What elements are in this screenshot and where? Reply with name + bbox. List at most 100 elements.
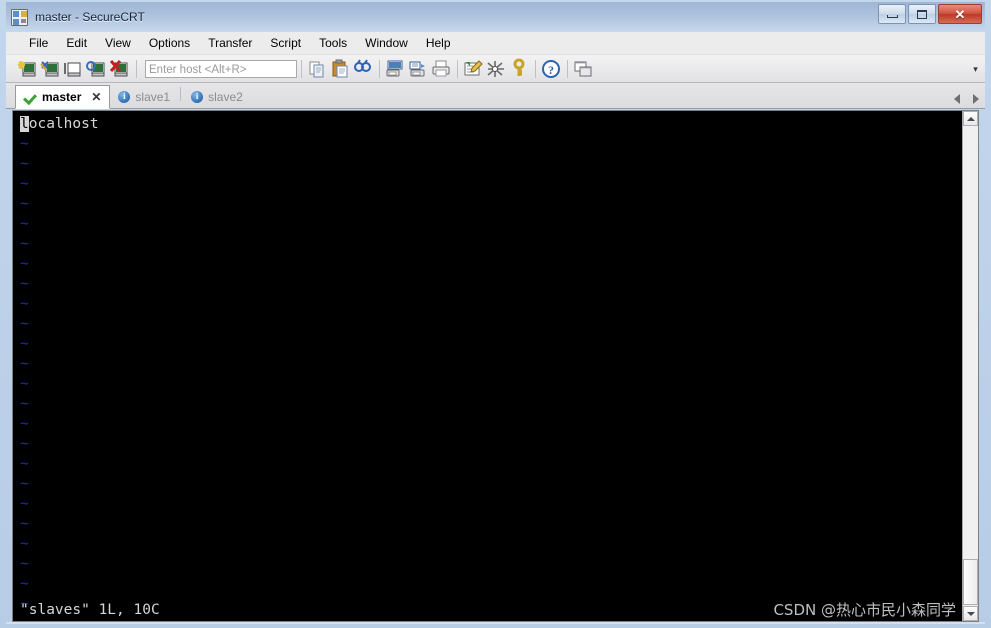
find-icon[interactable] <box>352 58 374 80</box>
scroll-down-button[interactable] <box>963 606 978 621</box>
reconnect-icon[interactable] <box>86 58 108 80</box>
terminal-line: ~ <box>20 254 962 274</box>
vim-tilde: ~ <box>20 256 29 272</box>
terminal-line: ~ <box>20 174 962 194</box>
terminal-line: ~ <box>20 534 962 554</box>
vim-tilde: ~ <box>20 296 29 312</box>
vim-tilde: ~ <box>20 336 29 352</box>
terminal-output[interactable]: localhost ~ ~ ~ ~ ~ ~ ~ ~ ~ ~ ~ ~ ~ ~ ~ ~ ~ ~ ~ ~ ~ ~ ~ ~ <box>13 111 962 621</box>
global-options-icon[interactable] <box>485 58 507 80</box>
session-options-icon[interactable] <box>462 58 484 80</box>
watermark: CSDN @热心市民小森同学 <box>773 601 956 619</box>
menu-item-edit[interactable]: Edit <box>57 33 96 53</box>
vim-tilde: ~ <box>20 436 29 452</box>
chevron-up-icon <box>966 116 975 121</box>
menu-item-view[interactable]: View <box>96 33 140 53</box>
host-input[interactable]: Enter host <Alt+R> <box>145 59 297 78</box>
blue-info-icon <box>118 90 131 103</box>
terminal-line: ~ <box>20 314 962 334</box>
vim-tilde: ~ <box>20 156 29 172</box>
terminal-cursor: l <box>20 116 29 132</box>
terminal-scrollbar[interactable] <box>962 111 978 621</box>
vim-tilde: ~ <box>20 236 29 252</box>
svg-text:?: ? <box>548 63 554 77</box>
menu-item-window[interactable]: Window <box>356 33 417 53</box>
tab-close-icon[interactable]: ✕ <box>91 90 101 104</box>
minimize-button[interactable] <box>878 4 906 24</box>
scrollbar-thumb[interactable] <box>963 559 978 605</box>
vim-tilde: ~ <box>20 316 29 332</box>
key-icon[interactable] <box>508 58 530 80</box>
toolbar: Enter host <Alt+R> ? ▾ <box>6 55 985 83</box>
terminal-area[interactable]: localhost ~ ~ ~ ~ ~ ~ ~ ~ ~ ~ ~ ~ ~ ~ ~ ~ ~ ~ ~ ~ ~ ~ ~ ~ "slave… <box>12 110 979 622</box>
tab-master-label: master <box>42 90 82 104</box>
terminal-line: ~ <box>20 354 962 374</box>
toolbar-separator <box>301 59 302 78</box>
blue-info-icon <box>191 90 204 103</box>
terminal-line: ~ <box>20 194 962 214</box>
terminal-line: ~ <box>20 274 962 294</box>
close-button[interactable]: ✕ <box>938 4 982 24</box>
scroll-tabs-right-icon[interactable] <box>973 94 979 104</box>
toolbar-overflow-button[interactable]: ▾ <box>970 61 981 77</box>
window-bottom-edge <box>6 622 985 624</box>
tab-master[interactable]: master ✕ <box>15 85 111 109</box>
window-title: master - SecureCRT <box>35 10 145 24</box>
vim-tilde: ~ <box>20 556 29 572</box>
tab-slave2[interactable]: slave2 <box>183 86 251 108</box>
restore-icon <box>917 9 927 19</box>
disconnect-icon[interactable] <box>109 58 131 80</box>
paste-icon[interactable] <box>329 58 351 80</box>
new-session-icon[interactable] <box>17 58 39 80</box>
print-screen-icon[interactable] <box>384 58 406 80</box>
terminal-line: ~ <box>20 514 962 534</box>
vim-tilde: ~ <box>20 376 29 392</box>
tab-nav <box>954 94 979 104</box>
print-icon[interactable] <box>430 58 452 80</box>
terminal-line: ~ <box>20 134 962 154</box>
menu-item-options[interactable]: Options <box>140 33 199 53</box>
terminal-line: ~ <box>20 154 962 174</box>
toolbar-separator <box>567 59 568 78</box>
vim-tilde: ~ <box>20 416 29 432</box>
menu-item-file[interactable]: File <box>20 33 57 53</box>
scroll-up-button[interactable] <box>963 111 978 126</box>
terminal-line: localhost <box>20 114 962 134</box>
vim-tilde: ~ <box>20 516 29 532</box>
tab-slave2-label: slave2 <box>208 90 243 104</box>
vim-tilde: ~ <box>20 496 29 512</box>
copy-icon[interactable] <box>306 58 328 80</box>
terminal-line: ~ <box>20 334 962 354</box>
log-session-icon[interactable] <box>407 58 429 80</box>
scroll-tabs-left-icon[interactable] <box>954 94 960 104</box>
tab-slave1[interactable]: slave1 <box>110 86 178 108</box>
terminal-line: ~ <box>20 394 962 414</box>
menu-item-script[interactable]: Script <box>261 33 310 53</box>
restore-button[interactable] <box>908 4 936 24</box>
terminal-line: ~ <box>20 494 962 514</box>
minimize-icon <box>886 15 898 18</box>
arrange-windows-icon[interactable] <box>572 58 594 80</box>
vim-tilde: ~ <box>20 536 29 552</box>
securecrt-app-icon <box>11 8 28 26</box>
vim-tilde: ~ <box>20 356 29 372</box>
vim-tilde: ~ <box>20 196 29 212</box>
connect-local-shell-icon[interactable] <box>63 58 85 80</box>
terminal-line: ~ <box>20 214 962 234</box>
help-icon[interactable]: ? <box>540 58 562 80</box>
menu-item-transfer[interactable]: Transfer <box>199 33 261 53</box>
menu-item-tools[interactable]: Tools <box>310 33 356 53</box>
terminal-line: ~ <box>20 554 962 574</box>
vim-tilde: ~ <box>20 476 29 492</box>
tab-slave1-label: slave1 <box>135 90 171 104</box>
terminal-line: ~ <box>20 454 962 474</box>
terminal-line: ~ <box>20 234 962 254</box>
toolbar-separator <box>379 59 380 78</box>
toolbar-separator <box>136 59 137 78</box>
close-icon: ✕ <box>954 6 966 22</box>
terminal-line: ~ <box>20 574 962 594</box>
menu-item-help[interactable]: Help <box>417 33 460 53</box>
terminal-line-text: ocalhost <box>28 116 99 132</box>
connect-sftp-icon[interactable] <box>40 58 62 80</box>
title-bar: master - SecureCRT ✕ <box>6 2 985 32</box>
